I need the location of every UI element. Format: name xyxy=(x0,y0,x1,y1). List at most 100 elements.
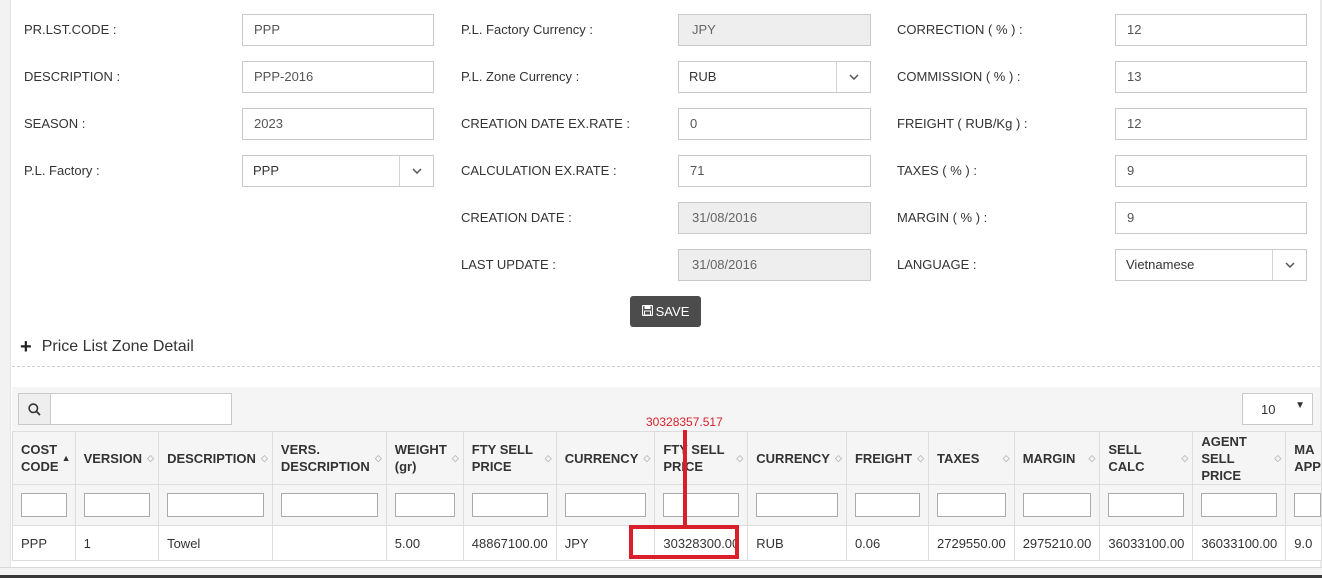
filter-row xyxy=(12,484,1322,526)
sort-icon: ◇ xyxy=(835,453,842,463)
filter-cell xyxy=(654,484,749,526)
annotation-label: 30328357.517 xyxy=(646,415,723,429)
label-pr-lst-code: PR.LST.CODE : xyxy=(24,22,117,37)
filter-cell xyxy=(1192,484,1287,526)
col-header-taxes[interactable]: TAXES ◇ xyxy=(928,431,1015,485)
language-select[interactable]: Vietnamese xyxy=(1115,249,1307,281)
search-icon xyxy=(19,394,51,424)
page-size-select[interactable]: 10 ▼ xyxy=(1242,393,1313,425)
filter-input[interactable] xyxy=(471,493,548,517)
col-header-margin[interactable]: MARGIN ◇ xyxy=(1013,431,1101,485)
filter-input[interactable] xyxy=(1108,493,1185,517)
filter-input[interactable] xyxy=(663,493,740,517)
filter-input[interactable] xyxy=(937,493,1006,517)
col-header-currency-zone[interactable]: CURRENCY ◇ xyxy=(747,431,847,485)
header-row: COST CODE ▲ VERSION ◇ DESCRIPTION ◇ VERS. D… xyxy=(12,431,1322,485)
col-header-freight[interactable]: FREIGHT ◇ xyxy=(845,431,930,485)
col-header-fty-sell-price[interactable]: FTY SELL PRICE ◇ xyxy=(462,431,557,485)
col-header-currency[interactable]: CURRENCY ◇ xyxy=(555,431,656,485)
col-header-vers-description[interactable]: VERS. DESCRIPTION ◇ xyxy=(271,431,387,485)
creation-date-ex-rate-field[interactable]: 0 xyxy=(678,108,871,140)
pl-factory-currency-field: JPY xyxy=(678,14,871,46)
caret-down-icon: ▼ xyxy=(1295,400,1305,411)
filter-cell xyxy=(1099,484,1194,526)
filter-cell xyxy=(747,484,847,526)
col-header-label: MARGIN xyxy=(1022,450,1076,466)
col-header-label: VERS. DESCRIPTION xyxy=(280,442,370,474)
col-header-label: WEIGHT (gr) xyxy=(394,442,447,474)
filter-input[interactable] xyxy=(21,493,67,517)
pl-factory-value: PPP xyxy=(253,163,280,178)
section-divider xyxy=(12,366,1320,367)
pr-lst-code-field[interactable]: PPP xyxy=(242,14,434,46)
chevron-down-icon xyxy=(836,62,870,92)
filter-cell xyxy=(74,484,160,526)
filter-input[interactable] xyxy=(564,493,647,517)
bottom-frame xyxy=(0,567,1322,578)
filter-input[interactable] xyxy=(1022,493,1092,517)
cell-ma-app: 9.0 xyxy=(1285,525,1322,561)
filter-input[interactable] xyxy=(83,493,151,517)
label-pl-factory-currency: P.L. Factory Currency : xyxy=(461,22,593,37)
sort-icon: ◇ xyxy=(736,453,744,463)
calculation-ex-rate-field[interactable]: 71 xyxy=(678,155,871,187)
col-header-label: CURRENCY xyxy=(564,450,639,466)
filter-input[interactable] xyxy=(280,493,378,517)
col-header-label: MA APP xyxy=(1294,442,1321,474)
filter-cell xyxy=(271,484,387,526)
col-header-label: CURRENCY xyxy=(756,450,830,466)
label-taxes: TAXES ( % ) : xyxy=(897,163,977,178)
col-header-cost-code[interactable]: COST CODE ▲ xyxy=(12,431,76,485)
sort-icon: ◇ xyxy=(374,453,382,463)
col-header-ma-app[interactable]: MA APP xyxy=(1285,431,1322,485)
cell-description: Towel xyxy=(158,525,273,561)
cell-taxes: 2729550.00 xyxy=(928,525,1015,561)
season-field[interactable]: 2023 xyxy=(242,108,434,140)
col-header-agent-sell-price[interactable]: AGENT SELL PRICE ◇ xyxy=(1192,431,1287,485)
sort-icon: ◇ xyxy=(1088,453,1096,463)
cell-agent-sell-price: 36033100.00 xyxy=(1192,525,1287,561)
correction-field[interactable]: 12 xyxy=(1115,14,1307,46)
language-value: Vietnamese xyxy=(1126,257,1195,272)
filter-input[interactable] xyxy=(394,493,455,517)
sort-icon: ◇ xyxy=(917,453,925,463)
col-header-label: TAXES xyxy=(937,450,980,466)
freight-field[interactable]: 12 xyxy=(1115,108,1307,140)
col-header-sell-calc[interactable]: SELL CALC ◇ xyxy=(1099,431,1194,485)
filter-input[interactable] xyxy=(1294,493,1321,517)
sort-icon: ◇ xyxy=(261,453,268,463)
last-update-field: 31/08/2016 xyxy=(678,249,871,281)
cell-weight: 5.00 xyxy=(385,525,464,561)
filter-input[interactable] xyxy=(167,493,264,517)
label-freight: FREIGHT ( RUB/Kg ) : xyxy=(897,116,1028,131)
col-header-weight[interactable]: WEIGHT (gr) ◇ xyxy=(385,431,464,485)
label-creation-date-ex-rate: CREATION DATE EX.RATE : xyxy=(461,116,631,131)
save-label: SAVE xyxy=(655,304,690,319)
chevron-down-icon xyxy=(399,156,433,186)
col-header-label: FREIGHT xyxy=(854,450,913,466)
label-pl-zone-currency: P.L. Zone Currency : xyxy=(461,69,580,84)
save-button[interactable]: SAVE xyxy=(630,296,701,327)
label-creation-date: CREATION DATE : xyxy=(461,210,572,225)
label-season: SEASON : xyxy=(24,116,86,131)
filter-input[interactable] xyxy=(1201,493,1278,517)
col-header-fty-sell-price-zone[interactable]: FTY SELL PRICE ◇ xyxy=(654,431,749,485)
filter-input[interactable] xyxy=(854,493,921,517)
label-margin: MARGIN ( % ) : xyxy=(897,210,988,225)
filter-input[interactable] xyxy=(756,493,838,517)
label-correction: CORRECTION ( % ) : xyxy=(897,22,1023,37)
cell-cost-code: PPP xyxy=(12,525,76,561)
taxes-field[interactable]: 9 xyxy=(1115,155,1307,187)
col-header-version[interactable]: VERSION ◇ xyxy=(74,431,160,485)
description-field[interactable]: PPP-2016 xyxy=(242,61,434,93)
label-last-update: LAST UPDATE : xyxy=(461,257,556,272)
margin-field[interactable]: 9 xyxy=(1115,202,1307,234)
chevron-down-icon xyxy=(1272,250,1306,280)
label-description: DESCRIPTION : xyxy=(24,69,121,84)
commission-field[interactable]: 13 xyxy=(1115,61,1307,93)
col-header-description[interactable]: DESCRIPTION ◇ xyxy=(158,431,273,485)
pl-factory-select[interactable]: PPP xyxy=(242,155,434,187)
search-input[interactable] xyxy=(18,393,232,425)
pl-zone-currency-select[interactable]: RUB xyxy=(678,61,871,93)
section-header[interactable]: + Price List Zone Detail xyxy=(20,335,194,359)
